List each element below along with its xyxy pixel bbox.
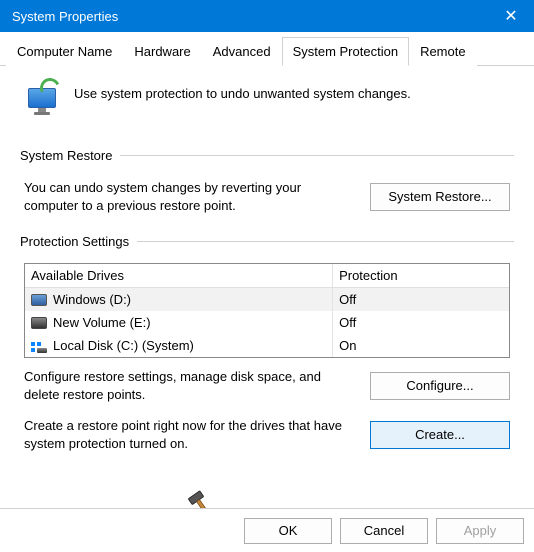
table-row[interactable]: New Volume (E:) Off [25,311,509,334]
system-restore-group: System Restore You can undo system chang… [20,148,514,218]
close-icon[interactable]: ✕ [488,0,534,32]
restore-desc: You can undo system changes by reverting… [24,179,354,214]
intro-text: Use system protection to undo unwanted s… [74,80,411,101]
table-row[interactable]: Local Disk (C:) (System) On [25,334,509,357]
col-header-protection: Protection [333,264,509,287]
ok-button[interactable]: OK [244,518,332,544]
tab-content: Use system protection to undo unwanted s… [0,66,534,482]
window-title: System Properties [12,9,488,24]
dialog-footer: OK Cancel Apply [0,508,534,552]
drive-protection: Off [333,311,509,334]
system-restore-button[interactable]: System Restore... [370,183,510,211]
tab-advanced[interactable]: Advanced [202,37,282,66]
table-header: Available Drives Protection [25,264,509,288]
drive-name: New Volume (E:) [53,315,151,330]
divider [120,155,514,156]
create-desc: Create a restore point right now for the… [24,417,354,452]
drive-icon [31,294,47,306]
group-title-restore: System Restore [20,148,112,163]
create-button[interactable]: Create... [370,421,510,449]
tab-remote[interactable]: Remote [409,37,477,66]
drive-name: Windows (D:) [53,292,131,307]
apply-button: Apply [436,518,524,544]
group-title-protection: Protection Settings [20,234,129,249]
drive-icon [31,317,47,329]
drive-icon [31,340,47,352]
drive-protection: Off [333,288,509,311]
titlebar: System Properties ✕ [0,0,534,32]
tabstrip: Computer Name Hardware Advanced System P… [0,32,534,66]
cancel-button[interactable]: Cancel [340,518,428,544]
drives-table[interactable]: Available Drives Protection Windows (D:)… [24,263,510,358]
configure-button[interactable]: Configure... [370,372,510,400]
tab-system-protection[interactable]: System Protection [282,37,410,66]
tab-computer-name[interactable]: Computer Name [6,37,123,66]
intro-row: Use system protection to undo unwanted s… [20,80,514,120]
tab-hardware[interactable]: Hardware [123,37,201,66]
col-header-drives: Available Drives [25,264,333,287]
divider [137,241,514,242]
configure-desc: Configure restore settings, manage disk … [24,368,354,403]
drive-name: Local Disk (C:) (System) [53,338,194,353]
protection-shield-icon [20,80,60,120]
protection-settings-group: Protection Settings Available Drives Pro… [20,234,514,456]
drive-protection: On [333,334,509,357]
table-row[interactable]: Windows (D:) Off [25,288,509,311]
